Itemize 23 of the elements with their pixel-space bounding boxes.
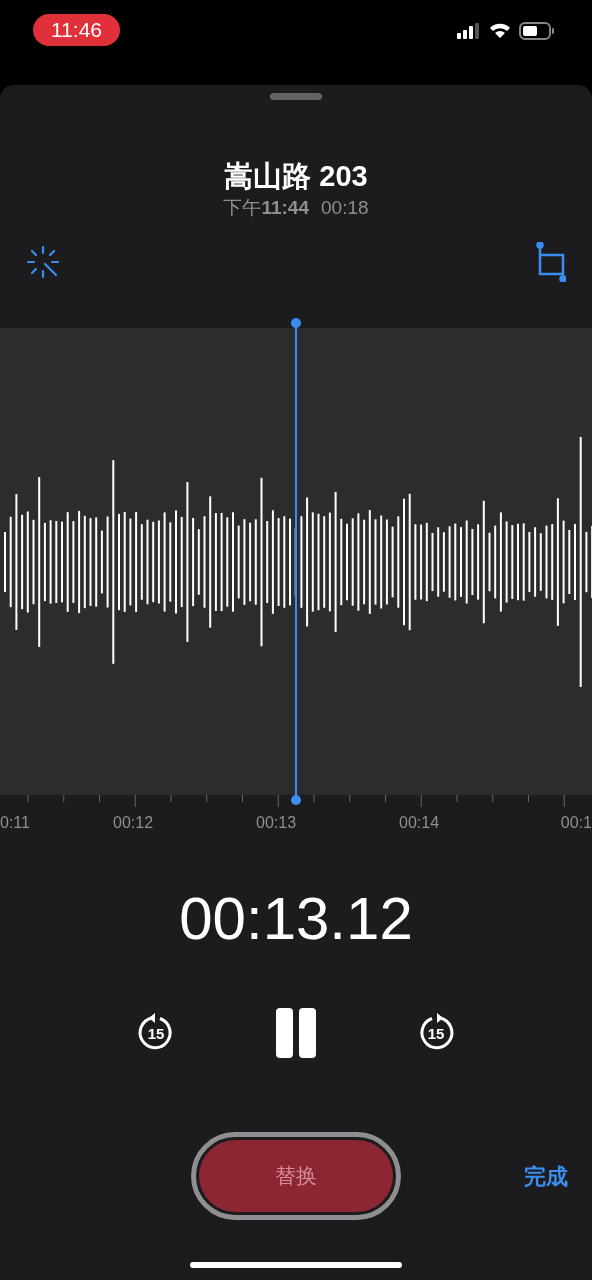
recording-date: 下午11:44 — [223, 196, 309, 220]
skip-forward-button[interactable]: 15 — [416, 1013, 456, 1053]
playback-position: 00:13.12 — [179, 884, 413, 954]
recording-title: 嵩山路 203 — [224, 159, 368, 194]
timeline-label: 00:12 — [113, 813, 154, 833]
wifi-icon — [489, 23, 511, 39]
recording-duration: 00:18 — [321, 196, 369, 220]
skip-back-button[interactable]: 15 — [136, 1013, 176, 1053]
status-time: 11:46 — [33, 14, 120, 46]
timeline-label: 00:13 — [256, 813, 297, 833]
pause-button[interactable] — [276, 1007, 316, 1059]
battery-icon — [519, 22, 555, 40]
signal-icon — [457, 23, 481, 39]
timeline-ruler[interactable]: 0:11 00:12 00:13 00:14 00:1 — [0, 795, 592, 840]
crop-icon[interactable] — [536, 242, 566, 282]
magic-wand-icon[interactable] — [26, 245, 60, 279]
timeline-label: 0:11 — [0, 813, 30, 833]
done-button[interactable]: 完成 — [524, 1160, 568, 1193]
waveform-panel[interactable] — [0, 328, 592, 795]
timeline-label: 00:1 — [560, 813, 592, 833]
sheet-handle[interactable] — [270, 93, 322, 100]
timeline-label: 00:14 — [399, 813, 440, 833]
playhead[interactable] — [290, 318, 302, 805]
